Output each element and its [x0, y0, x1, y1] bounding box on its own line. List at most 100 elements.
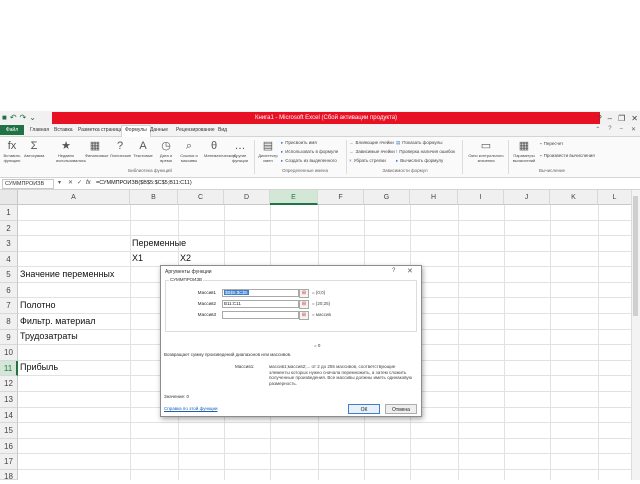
scrollbar-thumb[interactable]	[633, 196, 638, 316]
lookup-reference-button[interactable]: ⌕ Ссылки и массивы	[179, 139, 199, 163]
insert-function-icon[interactable]: fx	[86, 179, 91, 188]
column-header-f[interactable]: F	[318, 190, 364, 205]
column-header-k[interactable]: K	[550, 190, 598, 205]
customize-qat-icon[interactable]: ⌄	[29, 112, 36, 124]
name-manager-button[interactable]: ▤ Диспетчер имен	[258, 139, 278, 163]
logical-button[interactable]: ? Логические	[110, 139, 131, 158]
row-header-15[interactable]: 15	[0, 423, 18, 439]
close-button[interactable]: ✕	[631, 114, 638, 123]
row-header-13[interactable]: 13	[0, 392, 18, 408]
row-header-3[interactable]: 3	[0, 236, 18, 252]
trace-dependents-button[interactable]: → Зависимые ячейки	[349, 149, 395, 155]
cell-c4[interactable]: X2	[180, 253, 191, 263]
math-trig-button[interactable]: θ Математические	[204, 139, 235, 158]
name-box-dropdown-icon[interactable]: ▾	[58, 179, 61, 188]
tab-page-layout[interactable]: Разметка страницы	[78, 126, 123, 135]
calculate-sheet-button[interactable]: ▪ Произвести вычисления	[540, 153, 595, 159]
financial-button[interactable]: ▦ Финансовые	[85, 139, 108, 158]
collapse-dialog-icon[interactable]: ⊞	[299, 289, 309, 298]
confirm-entry-icon[interactable]: ✓	[77, 179, 82, 188]
cancel-entry-icon[interactable]: ✕	[68, 179, 73, 188]
row-header-2[interactable]: 2	[0, 221, 18, 236]
array1-input[interactable]: $B$5:$C$5	[222, 289, 299, 297]
dialog-help-icon[interactable]: ?	[392, 268, 395, 274]
column-header-d[interactable]: D	[224, 190, 270, 205]
name-box[interactable]: СУММПРОИЗВ	[2, 179, 54, 189]
define-name-button[interactable]: ▸ Присвоить имя	[281, 140, 317, 146]
remove-arrows-button[interactable]: × Убрать стрелки	[349, 158, 386, 164]
array3-input[interactable]	[222, 311, 299, 319]
tab-view[interactable]: Вид	[218, 126, 227, 135]
restore-button[interactable]: ❐	[618, 114, 625, 123]
autosum-button[interactable]: Σ Автосумма	[24, 139, 44, 158]
help-icon[interactable]: ?	[608, 126, 611, 133]
row-header-8[interactable]: 8	[0, 314, 18, 330]
tab-formulas[interactable]: Формулы	[121, 125, 151, 137]
row-header-10[interactable]: 10	[0, 345, 18, 361]
undo-icon[interactable]: ↶	[10, 112, 17, 124]
vertical-scrollbar[interactable]	[631, 190, 640, 480]
column-header-j[interactable]: J	[504, 190, 550, 205]
minimize-button[interactable]: –	[608, 114, 612, 123]
recently-used-button[interactable]: ★ Недавно использовались	[56, 139, 86, 163]
cell-a5[interactable]: Значение переменных	[20, 269, 114, 279]
row-header-16[interactable]: 16	[0, 439, 18, 454]
cancel-button[interactable]: Отмена	[385, 404, 417, 414]
error-checking-button[interactable]: ! Проверка наличия ошибок	[396, 149, 455, 155]
column-header-h[interactable]: H	[410, 190, 458, 205]
redo-icon[interactable]: ↷	[20, 112, 27, 124]
cell-a11[interactable]: Прибыль	[20, 362, 58, 372]
column-header-l[interactable]: L	[598, 190, 632, 205]
tab-home[interactable]: Главная	[30, 126, 49, 135]
calculation-options-button[interactable]: ▦ Параметры вычислений	[512, 139, 536, 163]
use-in-formula-button[interactable]: ▸ Использовать в формуле	[281, 149, 338, 155]
more-functions-button[interactable]: … Другие функции	[230, 139, 250, 163]
array2-input[interactable]: B11:C11	[222, 300, 299, 308]
date-time-button[interactable]: ◷ Дата и время	[156, 139, 176, 163]
row-header-9[interactable]: 9	[0, 330, 18, 345]
cell-a9[interactable]: Трудозатраты	[20, 331, 78, 341]
column-header-a[interactable]: A	[18, 190, 130, 205]
row-header-18[interactable]: 18	[0, 470, 18, 481]
help-icon[interactable]: ?	[597, 114, 601, 123]
row-header-5[interactable]: 5	[0, 267, 18, 283]
cell-a7[interactable]: Полотно	[20, 300, 56, 310]
cell-a8[interactable]: Фильтр. материал	[20, 316, 96, 326]
save-icon[interactable]: ■	[2, 112, 7, 124]
select-all-corner[interactable]	[0, 190, 18, 205]
column-header-e[interactable]: E	[270, 190, 318, 205]
tab-data[interactable]: Данные	[150, 126, 168, 135]
collapse-dialog-icon[interactable]: ⊞	[299, 311, 309, 320]
trace-precedents-button[interactable]: → Влияющие ячейки	[349, 140, 394, 146]
close-workbook-button[interactable]: ✕	[631, 126, 636, 133]
formula-input[interactable]: =СУММПРОИЗВ($B$5:$C$5;B11:C11)	[96, 179, 192, 188]
tab-review[interactable]: Рецензирование	[176, 126, 215, 135]
row-header-7[interactable]: 7	[0, 298, 18, 314]
cell-b4[interactable]: X1	[132, 253, 143, 263]
row-header-12[interactable]: 12	[0, 376, 18, 392]
row-header-14[interactable]: 14	[0, 408, 18, 423]
row-header-1[interactable]: 1	[0, 205, 18, 221]
calculate-now-button[interactable]: ▪ Пересчет	[540, 141, 563, 147]
row-header-4[interactable]: 4	[0, 252, 18, 267]
function-help-link[interactable]: Справка по этой функции	[164, 406, 218, 411]
tab-file[interactable]: Файл	[0, 125, 24, 135]
column-header-g[interactable]: G	[364, 190, 410, 205]
collapse-ribbon-icon[interactable]: ⌃	[595, 126, 600, 133]
show-formulas-button[interactable]: ▤ Показать формулы	[396, 140, 443, 146]
cell-b3[interactable]: Переменные	[132, 238, 186, 248]
dialog-close-icon[interactable]: ✕	[407, 267, 413, 275]
row-header-11[interactable]: 11	[0, 361, 18, 376]
insert-function-button[interactable]: fx Вставить функцию	[2, 139, 22, 163]
collapse-dialog-icon[interactable]: ⊞	[299, 300, 309, 309]
column-header-c[interactable]: C	[178, 190, 224, 205]
evaluate-formula-button[interactable]: ▸ Вычислить формулу	[396, 158, 443, 164]
create-from-selection-button[interactable]: ▸ Создать из выделенного	[281, 158, 337, 164]
column-header-b[interactable]: B	[130, 190, 178, 205]
text-functions-button[interactable]: A Текстовые	[133, 139, 153, 158]
minimize-workbook-button[interactable]: –	[620, 126, 623, 133]
column-header-i[interactable]: I	[458, 190, 504, 205]
tab-insert[interactable]: Вставка	[54, 126, 73, 135]
ok-button[interactable]: ОК	[348, 404, 380, 414]
watch-window-button[interactable]: ▭ Окно контрольного значения	[466, 139, 506, 163]
